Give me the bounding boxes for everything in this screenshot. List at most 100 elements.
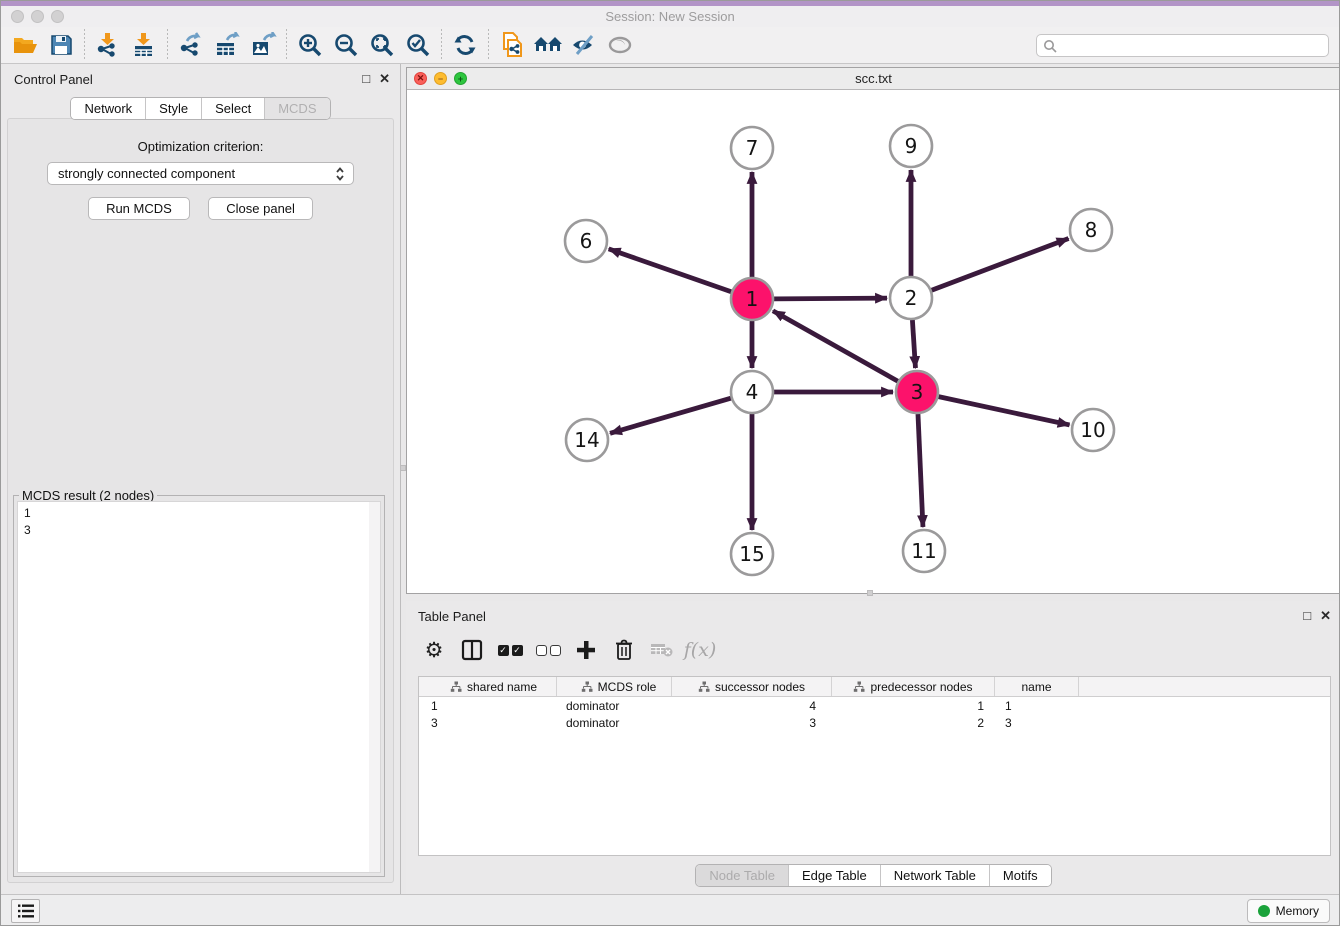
- network-window-title: scc.txt: [407, 71, 1340, 86]
- column-header[interactable]: predecessor nodes: [832, 677, 995, 696]
- column-header[interactable]: shared name: [419, 677, 557, 696]
- zoom-fit-icon[interactable]: [364, 29, 400, 61]
- column-header[interactable]: MCDS role: [557, 677, 672, 696]
- eye-slash-icon[interactable]: [566, 29, 602, 61]
- memory-status-icon: [1258, 905, 1270, 917]
- tree-icon: [698, 681, 710, 693]
- task-history-button[interactable]: [11, 899, 40, 923]
- clone-network-icon[interactable]: [494, 29, 530, 61]
- splitter-grip[interactable]: [867, 590, 873, 596]
- tab-select[interactable]: Select: [202, 98, 265, 119]
- table-row[interactable]: 1 dominator 4 1 1: [419, 697, 1330, 714]
- graph-node-label: 15: [739, 542, 764, 566]
- add-column-icon[interactable]: [570, 635, 602, 665]
- export-image-icon[interactable]: [245, 29, 281, 61]
- toolbar-separator: [286, 29, 287, 61]
- close-panel-icon[interactable]: ✕: [379, 71, 390, 87]
- tab-motifs[interactable]: Motifs: [990, 865, 1051, 886]
- toolbar-separator: [167, 29, 168, 61]
- splitter-grip[interactable]: [400, 465, 406, 471]
- criterion-dropdown[interactable]: strongly connected component: [47, 162, 354, 185]
- graph-edge[interactable]: [932, 238, 1069, 290]
- toolbar-separator: [488, 29, 489, 61]
- function-builder-icon[interactable]: f(x): [684, 635, 716, 665]
- zoom-in-icon[interactable]: [292, 29, 328, 61]
- search-input[interactable]: [1061, 39, 1322, 53]
- application-window: Session: New Session: [0, 0, 1340, 926]
- graph-edge[interactable]: [610, 398, 731, 433]
- tab-edge-table[interactable]: Edge Table: [789, 865, 881, 886]
- mcds-result-area[interactable]: 1 3: [17, 501, 381, 873]
- mcds-panel: Optimization criterion: strongly connect…: [7, 118, 394, 883]
- result-scrollbar[interactable]: [369, 502, 380, 872]
- tab-mcds[interactable]: MCDS: [265, 98, 329, 119]
- tab-network-table[interactable]: Network Table: [881, 865, 990, 886]
- table-row[interactable]: 3 dominator 3 2 3: [419, 714, 1330, 731]
- tab-node-table[interactable]: Node Table: [696, 865, 789, 886]
- column-header[interactable]: name: [995, 677, 1079, 696]
- node-table[interactable]: shared name MCDS role successor nodes pr…: [418, 676, 1331, 856]
- toolbar-separator: [84, 29, 85, 61]
- refresh-layout-icon[interactable]: [447, 29, 483, 61]
- zoom-selected-icon[interactable]: [400, 29, 436, 61]
- import-network-icon[interactable]: [90, 29, 126, 61]
- graph-edge[interactable]: [609, 249, 732, 292]
- graph-node-label: 10: [1080, 418, 1105, 442]
- window-title: Session: New Session: [1, 9, 1339, 24]
- network-window-titlebar[interactable]: ✕ − + scc.txt: [407, 68, 1340, 90]
- memory-button[interactable]: Memory: [1247, 899, 1330, 923]
- save-session-icon[interactable]: [43, 29, 79, 61]
- close-panel-icon[interactable]: ✕: [1320, 608, 1331, 624]
- graph-edge[interactable]: [774, 298, 887, 299]
- table-panel-title: Table Panel: [418, 609, 486, 624]
- import-table-icon[interactable]: [126, 29, 162, 61]
- search-box[interactable]: [1036, 34, 1329, 57]
- graph-node-label: 4: [746, 380, 759, 404]
- window-titlebar: Session: New Session: [1, 6, 1339, 27]
- main-toolbar: [1, 27, 1339, 64]
- network-graph[interactable]: 7968124314101511: [407, 90, 1340, 593]
- homes-icon[interactable]: [530, 29, 566, 61]
- graph-node-label: 11: [911, 539, 936, 563]
- mcds-result-box: MCDS result (2 nodes) 1 3: [13, 495, 385, 877]
- eye-icon[interactable]: [602, 29, 638, 61]
- graph-edge[interactable]: [918, 414, 923, 527]
- export-table-icon[interactable]: [209, 29, 245, 61]
- export-network-icon[interactable]: [173, 29, 209, 61]
- criterion-value: strongly connected component: [58, 166, 235, 181]
- graph-node-label: 14: [574, 428, 599, 452]
- table-toolbar: ⚙ ✓✓ f(x): [418, 631, 1331, 669]
- search-icon: [1043, 39, 1057, 53]
- deselect-all-columns-icon[interactable]: [532, 635, 564, 665]
- column-header[interactable]: successor nodes: [672, 677, 832, 696]
- graph-node-label: 6: [580, 229, 593, 253]
- graph-edge[interactable]: [773, 311, 898, 381]
- dropdown-arrows-icon: [335, 166, 345, 185]
- graph-edge[interactable]: [912, 320, 915, 368]
- task-list-icon: [17, 903, 35, 919]
- graph-edge[interactable]: [939, 397, 1070, 425]
- graph-node-label: 1: [746, 287, 759, 311]
- control-panel-title: Control Panel: [14, 72, 93, 87]
- delete-table-icon[interactable]: [646, 635, 678, 665]
- mcds-result-line: 1: [18, 502, 380, 522]
- float-panel-icon[interactable]: □: [1303, 608, 1311, 624]
- mcds-result-line: 3: [18, 522, 380, 539]
- close-panel-button[interactable]: Close panel: [208, 197, 313, 220]
- table-settings-icon[interactable]: ⚙: [418, 635, 450, 665]
- network-canvas[interactable]: 7968124314101511: [407, 90, 1340, 593]
- run-mcds-button[interactable]: Run MCDS: [88, 197, 190, 220]
- tab-network[interactable]: Network: [71, 98, 146, 119]
- float-panel-icon[interactable]: □: [362, 71, 370, 87]
- control-panel: Control Panel □ ✕ Network Style Select M…: [1, 64, 401, 894]
- open-folder-icon[interactable]: [7, 29, 43, 61]
- tab-style[interactable]: Style: [146, 98, 202, 119]
- zoom-out-icon[interactable]: [328, 29, 364, 61]
- delete-column-icon[interactable]: [608, 635, 640, 665]
- graph-node-label: 9: [905, 134, 918, 158]
- status-bar: Memory: [1, 894, 1339, 926]
- optimization-criterion-label: Optimization criterion:: [8, 139, 393, 154]
- select-all-columns-icon[interactable]: ✓✓: [494, 635, 526, 665]
- network-view-window: ✕ − + scc.txt 7968124314101511: [406, 67, 1340, 594]
- show-column-panel-icon[interactable]: [456, 635, 488, 665]
